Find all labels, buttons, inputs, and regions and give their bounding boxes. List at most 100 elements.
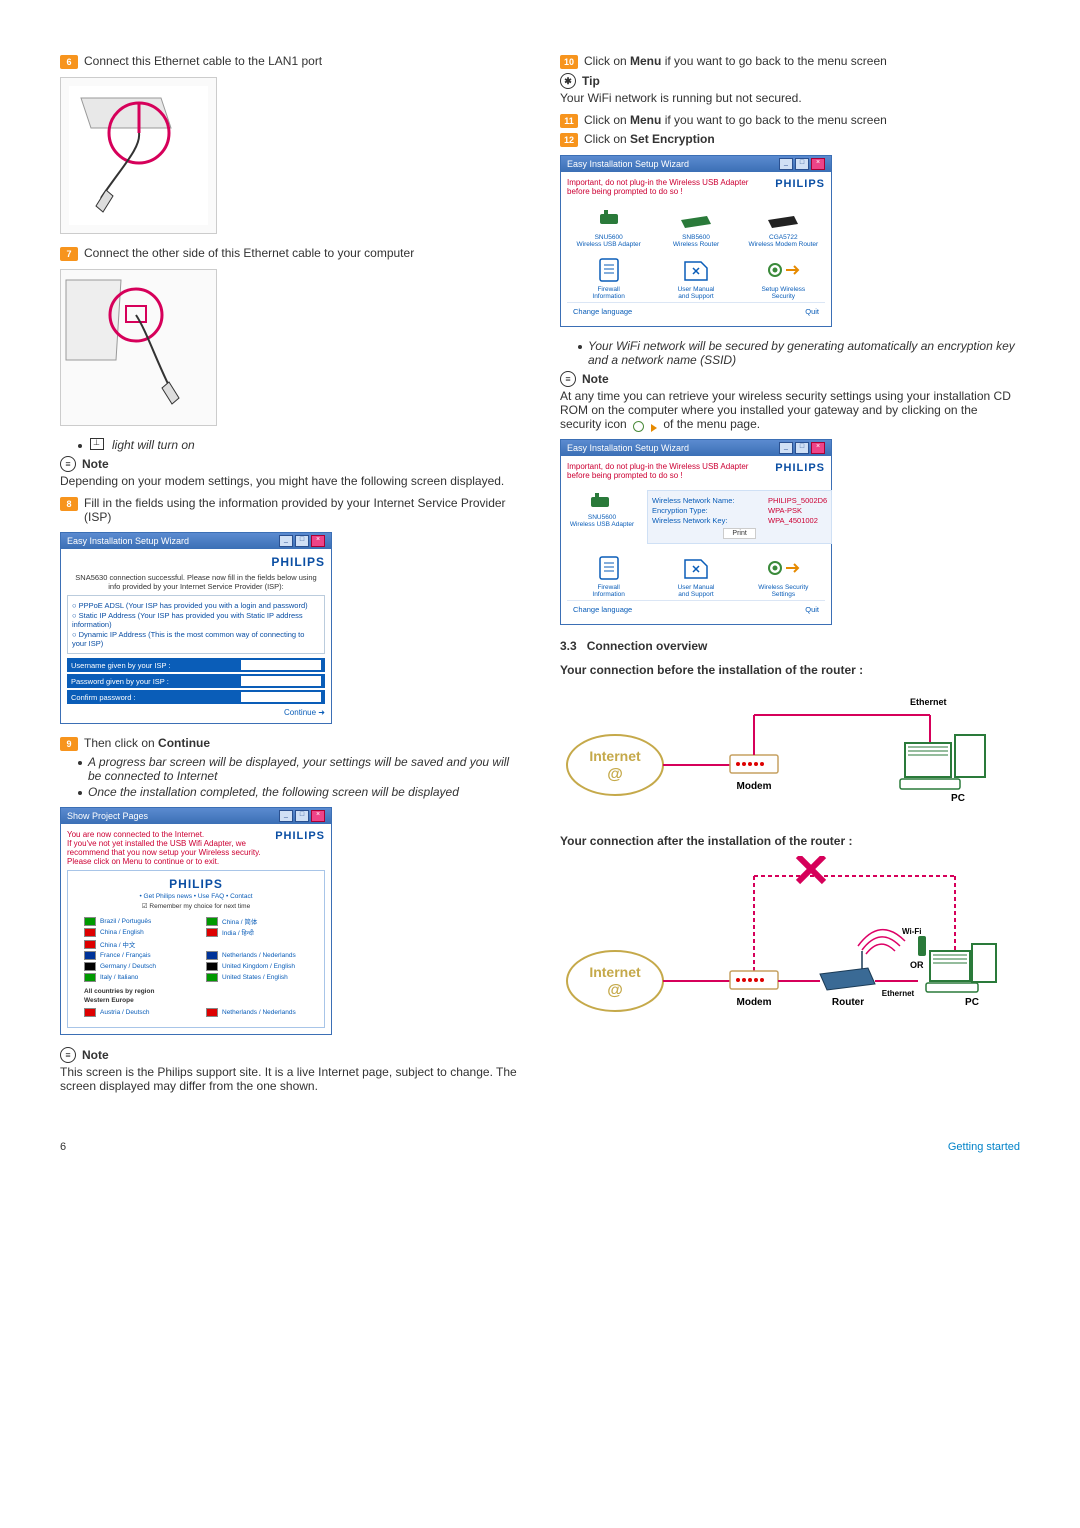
menu-cell[interactable]: SNU5600 Wireless USB Adapter: [567, 202, 650, 250]
svg-text:Internet: Internet: [589, 748, 641, 764]
country-link[interactable]: Netherlands / Nederlands: [206, 1008, 308, 1017]
change-language-link[interactable]: Change language: [573, 307, 632, 316]
minimize-button[interactable]: _: [279, 810, 293, 822]
maximize-button[interactable]: □: [795, 442, 809, 454]
username-input[interactable]: [241, 660, 321, 670]
quit-link[interactable]: Quit: [805, 605, 819, 614]
bullet-dot: [78, 444, 82, 448]
country-link[interactable]: Italy / Italiano: [84, 973, 186, 982]
cell-label[interactable]: SNU5600 Wireless USB Adapter: [567, 514, 637, 528]
before-install-heading: Your connection before the installation …: [560, 663, 1020, 677]
support-tabs[interactable]: • Get Philips news • Use FAQ • Contact: [74, 893, 318, 900]
step-number-badge: 9: [60, 737, 78, 751]
bullet-dot: [78, 761, 82, 765]
bullet-text: light will turn on: [112, 438, 520, 452]
close-button[interactable]: ×: [311, 810, 325, 822]
maximize-button[interactable]: □: [795, 158, 809, 170]
note-label: Note: [82, 1048, 109, 1062]
close-button[interactable]: ×: [811, 158, 825, 170]
step-7: 7 Connect the other side of this Etherne…: [60, 246, 520, 261]
menu-cell[interactable]: SNB5600 Wireless Router: [654, 202, 737, 250]
note-heading: Note: [60, 1047, 520, 1063]
country-link[interactable]: Austria / Deutsch: [84, 1008, 186, 1017]
minimize-button[interactable]: _: [279, 535, 293, 547]
print-button[interactable]: Print: [723, 528, 755, 539]
step9-bullet-2: Once the installation completed, the fol…: [78, 785, 520, 799]
country-link[interactable]: United Kingdom / English: [206, 962, 308, 971]
close-button[interactable]: ×: [311, 535, 325, 547]
quit-link[interactable]: Quit: [805, 307, 819, 316]
option-dynamic-ip[interactable]: ○ Dynamic IP Address (This is the most c…: [72, 630, 320, 648]
menu-cell[interactable]: Firewall Information: [567, 254, 650, 302]
country-link[interactable]: United States / English: [206, 973, 308, 982]
option-static-ip[interactable]: ○ Static IP Address (Your ISP has provid…: [72, 611, 320, 629]
region-heading: Western Europe: [74, 995, 318, 1004]
close-button[interactable]: ×: [811, 442, 825, 454]
step-number-badge: 11: [560, 114, 578, 128]
menu-cell[interactable]: User Manual and Support: [654, 254, 737, 302]
country-grid: Brazil / Português China / 简体 China / Engl…: [74, 912, 318, 986]
password-row: Password given by your ISP :: [67, 674, 325, 688]
svg-text:@: @: [607, 982, 623, 999]
country-link[interactable]: [206, 939, 308, 949]
minimize-button[interactable]: _: [779, 158, 793, 170]
wizard-support-page: Show Project Pages _ □ × You are now con…: [60, 807, 332, 1035]
step-number-badge: 7: [60, 247, 78, 261]
tip-heading: Tip: [560, 73, 1020, 89]
step-12: 12 Click on Set Encryption: [560, 132, 1020, 147]
maximize-button[interactable]: □: [295, 810, 309, 822]
maximize-button[interactable]: □: [295, 535, 309, 547]
wizard-warning: Important, do not plug-in the Wireless U…: [567, 462, 769, 480]
country-link[interactable]: Germany / Deutsch: [84, 962, 186, 971]
bullet-dot: [78, 791, 82, 795]
minimize-button[interactable]: _: [779, 442, 793, 454]
menu-cell[interactable]: Wireless Security Settings: [742, 552, 825, 600]
connection-type-options: ○ PPPoE ADSL (Your ISP has provided you …: [67, 595, 325, 654]
note-heading: Note: [560, 371, 1020, 387]
step-number-badge: 10: [560, 55, 578, 69]
step-text: Then click on Continue: [84, 736, 520, 750]
bullet-dot: [578, 345, 582, 349]
country-link[interactable]: India / हिन्दी: [206, 928, 308, 937]
wizard-security-settings: Easy Installation Setup Wizard _ □ × Imp…: [560, 439, 832, 625]
country-link[interactable]: China / 简体: [206, 916, 308, 926]
wizard-title-text: Easy Installation Setup Wizard: [567, 159, 689, 169]
confirm-password-row: Confirm password :: [67, 690, 325, 704]
security-icon: [633, 419, 657, 431]
country-link[interactable]: France / Français: [84, 951, 186, 960]
note-body: Depending on your modem settings, you mi…: [60, 474, 520, 488]
tip-body: Your WiFi network is running but not sec…: [560, 91, 1020, 105]
username-row: Username given by your ISP :: [67, 658, 325, 672]
footer-section-name: Getting started: [948, 1141, 1020, 1153]
step-text: Click on Menu if you want to go back to …: [584, 54, 1020, 68]
continue-link[interactable]: Continue ➜: [67, 708, 325, 717]
menu-cell[interactable]: Firewall Information: [567, 552, 650, 600]
right-column: 10 Click on Menu if you want to go back …: [560, 50, 1020, 1101]
change-language-link[interactable]: Change language: [573, 605, 632, 614]
note-heading: Note: [60, 456, 520, 472]
note-label: Note: [582, 372, 609, 386]
menu-cell[interactable]: User Manual and Support: [654, 552, 737, 600]
option-pppoe[interactable]: ○ PPPoE ADSL (Your ISP has provided you …: [72, 601, 320, 610]
note-label: Note: [82, 457, 109, 471]
diagram-after: Internet @ Modem Router Ethernet W: [560, 856, 1020, 1029]
illustration-computer-port: [60, 269, 217, 426]
step-6: 6 Connect this Ethernet cable to the LAN…: [60, 54, 520, 69]
svg-text:Router: Router: [832, 997, 864, 1008]
menu-cell[interactable]: CGA5722 Wireless Modem Router: [742, 202, 825, 250]
menu-cell[interactable]: Setup Wireless Security: [742, 254, 825, 302]
country-link[interactable]: China / English: [84, 928, 186, 937]
step-text: Click on Menu if you want to go back to …: [584, 113, 1020, 127]
section-3-3-heading: 3.3 Connection overview: [560, 639, 1020, 653]
step-11: 11 Click on Menu if you want to go back …: [560, 113, 1020, 128]
password-input[interactable]: [241, 676, 321, 686]
remember-checkbox[interactable]: ☑ Remember my choice for next time: [74, 902, 318, 910]
confirm-password-input[interactable]: [241, 692, 321, 702]
country-link[interactable]: China / 中文: [84, 939, 186, 949]
svg-text:@: @: [607, 766, 623, 783]
region-country-grid: Austria / Deutsch Netherlands / Nederland…: [74, 1004, 318, 1021]
all-countries-heading: All countries by region: [74, 986, 318, 995]
after-install-heading: Your connection after the installation o…: [560, 834, 1020, 848]
country-link[interactable]: Brazil / Português: [84, 916, 186, 926]
country-link[interactable]: Netherlands / Nederlands: [206, 951, 308, 960]
